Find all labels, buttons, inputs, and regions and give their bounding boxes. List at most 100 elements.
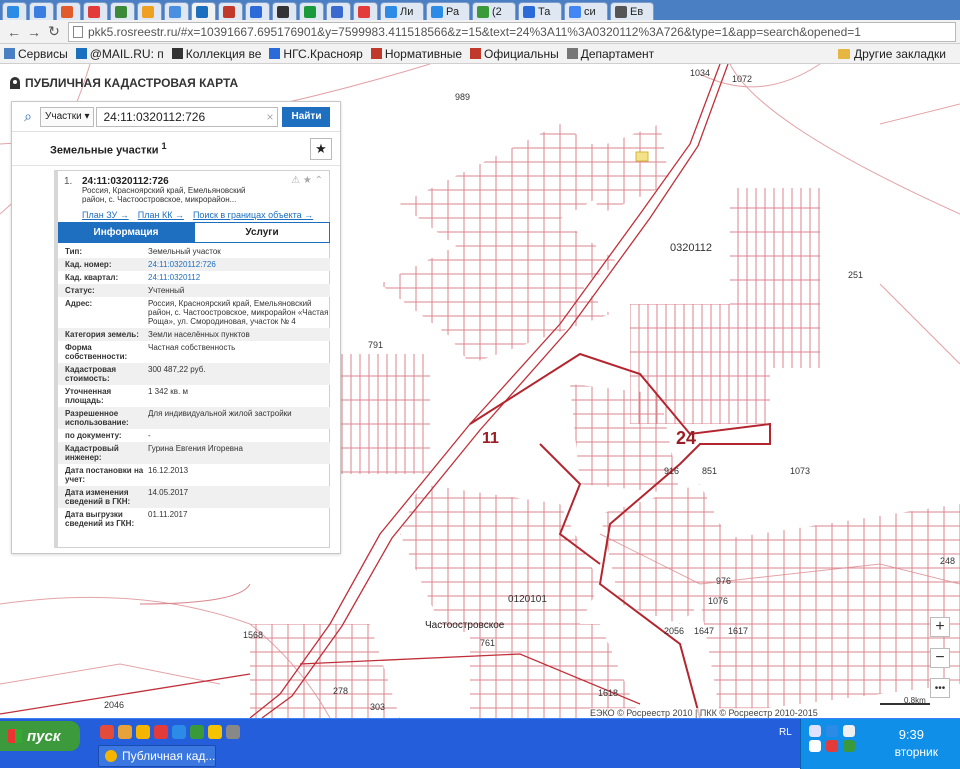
search-icon[interactable]: ⌕: [16, 108, 40, 125]
tab-label: Та: [538, 5, 551, 18]
find-button[interactable]: Найти: [282, 106, 331, 127]
browser-tab[interactable]: Ра: [426, 2, 470, 20]
warning-icon: ⚠: [291, 175, 301, 186]
bookmark-item[interactable]: НГС.Краснояр: [269, 47, 363, 61]
attribute-value: Земли населённых пунктов: [148, 330, 250, 339]
bookmark-item[interactable]: Нормативные: [370, 46, 463, 61]
favorite-star-icon[interactable]: ★: [310, 137, 332, 160]
attribute-value: 14.05.2017: [148, 488, 189, 497]
language-indicator[interactable]: RL: [779, 727, 792, 738]
attribute-value: Для индивидуальной жилой застройки: [148, 409, 292, 418]
map-label: 1568: [243, 630, 264, 640]
yandex-icon[interactable]: [154, 725, 168, 739]
bookmark-item[interactable]: Коллекция ве: [171, 47, 261, 61]
tray-icon[interactable]: [843, 740, 855, 752]
browser-tab[interactable]: [56, 2, 81, 20]
bookmark-icon: [269, 48, 281, 59]
address-bar[interactable]: pkk5.rosreestr.ru/#x=10391667.695176901&…: [68, 21, 956, 42]
zoom-in-button[interactable]: +: [930, 617, 950, 637]
chrome-icon[interactable]: [100, 725, 114, 739]
browser-tab[interactable]: [83, 2, 108, 20]
clock-time[interactable]: 9:39: [899, 727, 924, 742]
browser-tab[interactable]: [2, 2, 27, 20]
start-button[interactable]: пуск: [0, 721, 80, 751]
bookmark-icon: [75, 48, 87, 59]
attribute-value[interactable]: 24:11:0320112:726: [148, 260, 330, 269]
attribute-row: Статус: Учтенный: [58, 284, 330, 297]
scale-label: 0.8km: [904, 696, 926, 705]
browser-tab[interactable]: Та: [518, 2, 562, 20]
reload-icon[interactable]: ↻: [44, 22, 64, 42]
tray-icon[interactable]: [809, 725, 821, 737]
map-label: 916: [664, 466, 680, 476]
browser-tab[interactable]: [29, 2, 54, 20]
attribute-value[interactable]: 24:11:0320112: [148, 273, 330, 282]
attribute-row: Кадастровая стоимость: 300 487,22 руб.: [58, 363, 330, 385]
skype-icon[interactable]: [826, 725, 838, 737]
forward-icon[interactable]: →: [24, 22, 44, 42]
browser-tab[interactable]: [137, 2, 162, 20]
app-title: ПУБЛИЧНАЯ КАДАСТРОВАЯ КАРТА: [10, 76, 238, 90]
browser-tab[interactable]: (2: [472, 2, 516, 20]
attribute-key: Статус:: [65, 286, 95, 295]
back-icon[interactable]: ←: [4, 22, 24, 42]
attribute-row: Разрешенное использование: Для индивидуал…: [58, 407, 330, 429]
bookmark-item[interactable]: @MAIL.RU: п: [75, 47, 164, 61]
browser-tab[interactable]: [245, 2, 270, 20]
bookmark-item[interactable]: Официальны: [470, 47, 559, 61]
clear-icon[interactable]: ×: [266, 110, 273, 124]
browser-tab[interactable]: [299, 2, 324, 20]
zoom-out-button[interactable]: −: [930, 648, 950, 668]
browser-tab[interactable]: [110, 2, 135, 20]
search-in-bounds-link[interactable]: Поиск в границах объекта →: [193, 210, 313, 220]
plan-zu-link[interactable]: План ЗУ →: [82, 210, 129, 220]
app-icon[interactable]: [226, 725, 240, 739]
browser-tab[interactable]: [326, 2, 351, 20]
favicon-icon: [250, 5, 262, 18]
antivirus-icon[interactable]: [826, 740, 838, 752]
category-select[interactable]: Участки ▾: [40, 106, 95, 127]
browser-tab[interactable]: Ли: [380, 2, 424, 20]
app-icon[interactable]: [208, 725, 222, 739]
chevron-down-icon: ▾: [81, 111, 90, 122]
tab-label: си: [584, 5, 596, 18]
browser-tab[interactable]: [218, 2, 243, 20]
attribute-row: Кад. номер: 24:11:0320112:726: [58, 258, 330, 271]
quarter-label: 0120101: [508, 594, 547, 605]
taskbar-window-button[interactable]: Публичная кад...: [98, 745, 216, 767]
map-label: 278: [333, 686, 349, 696]
attribute-row: Категория земель: Земли населённых пункто…: [58, 328, 330, 341]
favicon-icon: [569, 5, 581, 18]
more-tools-button[interactable]: •••: [930, 678, 950, 698]
tab-info[interactable]: Информация: [58, 222, 194, 243]
bookmark-label: Нормативные: [384, 46, 463, 61]
map-label: 248: [940, 556, 956, 566]
network-icon[interactable]: [843, 725, 855, 737]
browser-tab[interactable]: [191, 2, 216, 20]
tab-label: Ли: [400, 5, 414, 18]
ie-icon[interactable]: [172, 725, 186, 739]
bookmark-item[interactable]: Департамент: [566, 47, 654, 61]
favicon-icon: [88, 5, 100, 18]
plan-kk-link[interactable]: План КК →: [138, 210, 184, 220]
browser-tab[interactable]: [272, 2, 297, 20]
browser-tab[interactable]: си: [564, 2, 608, 20]
browser-tab[interactable]: [353, 2, 378, 20]
chrome-icon[interactable]: [136, 725, 150, 739]
map-label: 1034: [690, 68, 711, 78]
bookmark-item[interactable]: Сервисы: [4, 47, 68, 61]
app-icon[interactable]: [190, 725, 204, 739]
other-bookmarks[interactable]: Другие закладки: [838, 47, 946, 61]
attribute-key: по документу:: [65, 431, 122, 440]
volume-icon[interactable]: [809, 740, 821, 752]
attribute-key: Дата изменения сведений в ГКН:: [65, 488, 131, 506]
result-actions[interactable]: ⚠ ★ ⌃: [291, 175, 323, 186]
browser-tab[interactable]: Ев: [610, 2, 654, 20]
folder-icon[interactable]: [118, 725, 132, 739]
folder-icon: [838, 49, 851, 59]
search-input[interactable]: 24:11:0320112:726 ×: [96, 106, 279, 127]
browser-tab[interactable]: [164, 2, 189, 20]
attribute-row: Дата выгрузки сведений из ГКН: 01.11.2017: [58, 508, 330, 530]
map-label: 989: [455, 92, 471, 102]
tab-services[interactable]: Услуги: [194, 222, 330, 243]
